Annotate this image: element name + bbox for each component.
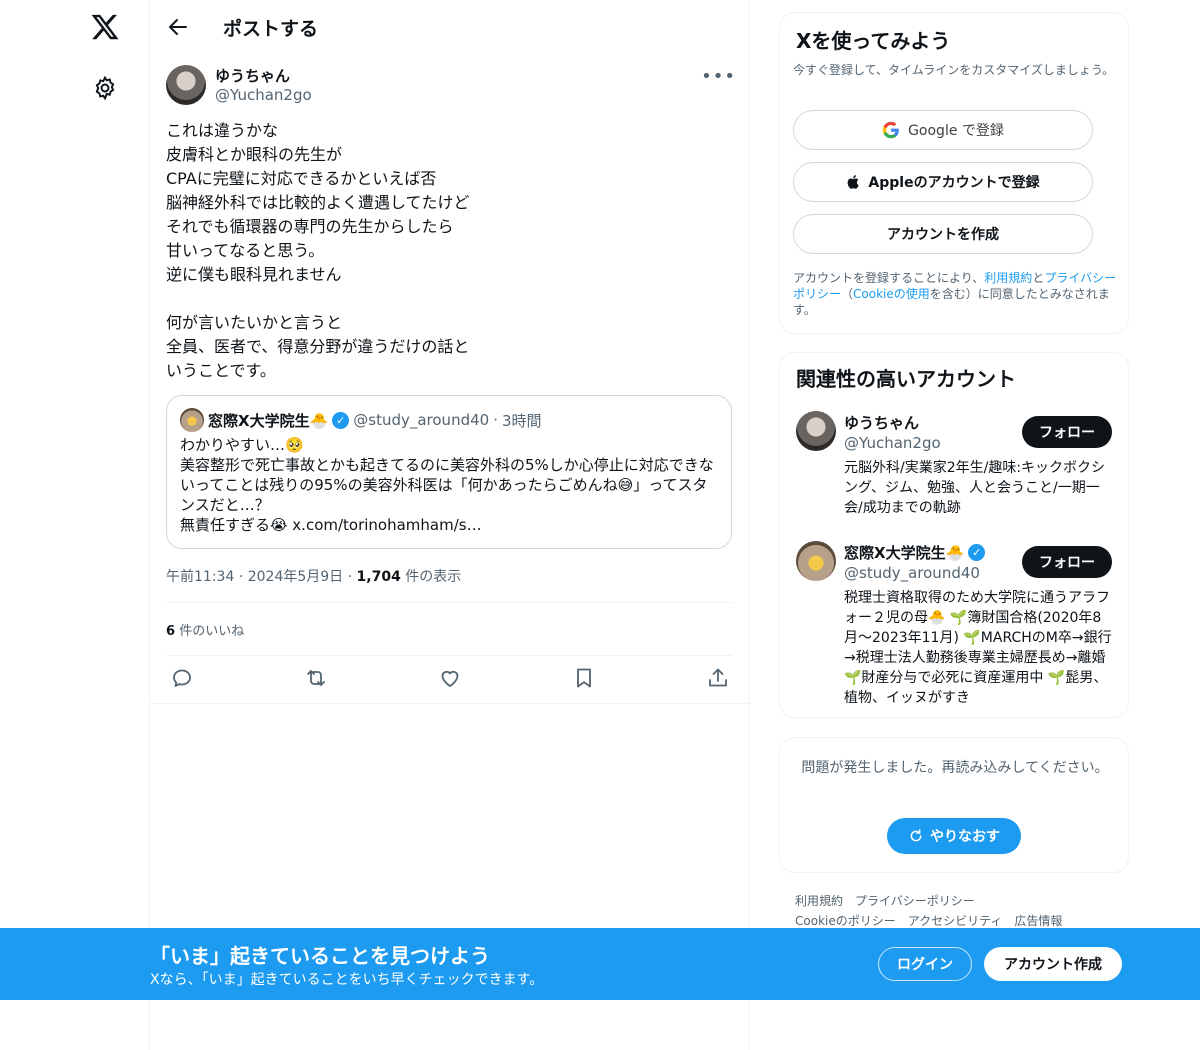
login-banner: 「いま」起きていることを見つけよう Xなら、「いま」起きていることをいち早くチェ… (0, 928, 1200, 1000)
top-bar: ポストする (150, 0, 750, 55)
avatar[interactable] (166, 65, 206, 105)
terms-and: と (1032, 271, 1045, 285)
signup-title: Xを使ってみよう (796, 29, 951, 53)
retry-button[interactable]: やりなおす (887, 818, 1021, 854)
author-handle[interactable]: @Yuchan2go (215, 86, 312, 104)
avatar[interactable] (796, 411, 836, 451)
likes-count: 6 (166, 624, 176, 639)
divider (166, 602, 732, 603)
more-icon[interactable]: ••• (701, 66, 736, 87)
terms-paren: （ (841, 287, 854, 301)
footer-link-accessibility[interactable]: アクセシビリティ (908, 914, 1003, 928)
quoted-post-header: 窓際X大学院生🐣 ✓ @study_around40 · 3時間 (180, 408, 542, 432)
share-icon[interactable] (706, 666, 730, 690)
divider (150, 703, 750, 704)
views-label: 件の表示 (405, 569, 462, 585)
views-count: 1,704 (356, 569, 401, 585)
separator-dot: · (493, 411, 498, 429)
create-account-banner-button[interactable]: アカウント作成 (984, 947, 1122, 981)
refresh-icon (910, 829, 922, 842)
avatar (180, 408, 204, 432)
related-accounts-card: 関連性の高いアカウント ゆうちゃん @Yuchan2go フォロー 元脳外科/実… (779, 352, 1129, 718)
apple-signup-button[interactable]: Appleのアカウントで登録 (793, 162, 1093, 202)
retry-label: やりなおす (930, 829, 1000, 845)
left-nav (0, 0, 150, 1050)
error-card: 問題が発生しました。再読み込みしてください。 やりなおす (779, 737, 1129, 873)
terms-prefix: アカウントを登録することにより、 (793, 271, 985, 285)
post-author: ゆうちゃん @Yuchan2go ••• (166, 64, 736, 108)
banner-subtitle: Xなら、「いま」起きていることをいち早くチェックできます。 (150, 972, 544, 988)
likes-label: 件のいいね (179, 624, 245, 639)
google-icon (882, 121, 899, 139)
x-logo-icon[interactable] (90, 12, 120, 42)
likes-summary[interactable]: 6 件のいいね (166, 620, 244, 639)
post-date[interactable]: 2024年5月9日 (248, 569, 343, 585)
post-meta: 午前11:34 · 2024年5月9日 · 1,704 件の表示 (166, 566, 461, 586)
avatar[interactable] (796, 541, 836, 581)
terms-link[interactable]: 利用規約 (984, 271, 1032, 285)
signup-terms: アカウントを登録することにより、利用規約とプライバシーポリシー（Cookieの使… (793, 270, 1119, 318)
post-actions (166, 666, 736, 692)
divider (166, 655, 732, 656)
account-name[interactable]: ゆうちゃん (844, 412, 919, 433)
post-time[interactable]: 午前11:34 (166, 569, 234, 585)
repost-icon[interactable] (304, 666, 328, 690)
google-signup-label: Google で登録 (908, 123, 1004, 139)
banner-title: 「いま」起きていることを見つけよう (150, 944, 490, 968)
main-column: ポストする ゆうちゃん @Yuchan2go ••• これは違うかな 皮膚科とか… (149, 0, 750, 1050)
footer-link-terms[interactable]: 利用規約 (795, 894, 843, 908)
reply-icon[interactable] (170, 666, 194, 690)
footer-links: 利用規約 プライバシーポリシー Cookieのポリシー アクセシビリティ 広告情報 (795, 891, 1125, 931)
like-icon[interactable] (438, 666, 462, 690)
verified-icon: ✓ (332, 411, 350, 429)
account-bio: 税理士資格取得のため大学院に通うアラフォー２児の母🐣 🌱簿財国合格(2020年8… (844, 590, 1112, 706)
follow-button[interactable]: フォロー (1022, 546, 1112, 578)
footer-link-privacy[interactable]: プライバシーポリシー (855, 894, 975, 908)
cookie-link[interactable]: Cookieの使用 (853, 287, 930, 301)
account-name[interactable]: 窓際X大学院生🐣 ✓ (844, 542, 989, 563)
verified-icon: ✓ (968, 544, 986, 561)
footer-link-cookie[interactable]: Cookieのポリシー (795, 914, 896, 928)
create-account-button[interactable]: アカウントを作成 (793, 214, 1093, 254)
account-bio: 元脳外科/実業家2年生/趣味:キックボクシング、ジム、勉強、人と会うこと/一期一… (844, 460, 1106, 516)
signup-subtitle: 今すぐ登録して、タイムラインをカスタマイズしましょう。 (793, 63, 1115, 77)
separator-dot: · (347, 569, 357, 585)
follow-button[interactable]: フォロー (1022, 416, 1112, 448)
bookmark-icon[interactable] (572, 666, 596, 690)
separator-dot: · (238, 569, 248, 585)
related-title: 関連性の高いアカウント (796, 367, 1016, 391)
account-handle[interactable]: @study_around40 (844, 564, 980, 582)
footer-link-ads[interactable]: 広告情報 (1014, 914, 1062, 928)
quoted-author-name: 窓際X大学院生🐣 (208, 411, 329, 430)
account-handle[interactable]: @Yuchan2go (844, 434, 941, 452)
quoted-post-text: わかりやすい…🥺 美容整形で死亡事故とかも起きてるのに美容外科の5%しか心停止に… (180, 436, 714, 534)
login-button[interactable]: ログイン (878, 947, 972, 981)
author-name[interactable]: ゆうちゃん (215, 65, 290, 86)
apple-signup-label: Appleのアカウントで登録 (868, 175, 1040, 191)
post-text: これは違うかな 皮膚科とか眼科の先生が CPAに完璧に対応できるかといえば否 脳… (166, 121, 470, 380)
page-title: ポストする (223, 18, 319, 40)
quoted-post-time: 3時間 (501, 411, 542, 430)
gear-icon[interactable] (92, 75, 118, 101)
google-signup-button[interactable]: Google で登録 (793, 110, 1093, 150)
back-arrow-icon[interactable] (166, 15, 190, 39)
apple-icon (848, 175, 860, 189)
quoted-post[interactable]: 窓際X大学院生🐣 ✓ @study_around40 · 3時間 わかりやすい…… (166, 395, 732, 549)
quoted-author-handle: @study_around40 (353, 411, 490, 429)
error-message: 問題が発生しました。再読み込みしてください。 (801, 760, 1109, 776)
signup-card: Xを使ってみよう 今すぐ登録して、タイムラインをカスタマイズしましょう。 Goo… (779, 12, 1129, 334)
